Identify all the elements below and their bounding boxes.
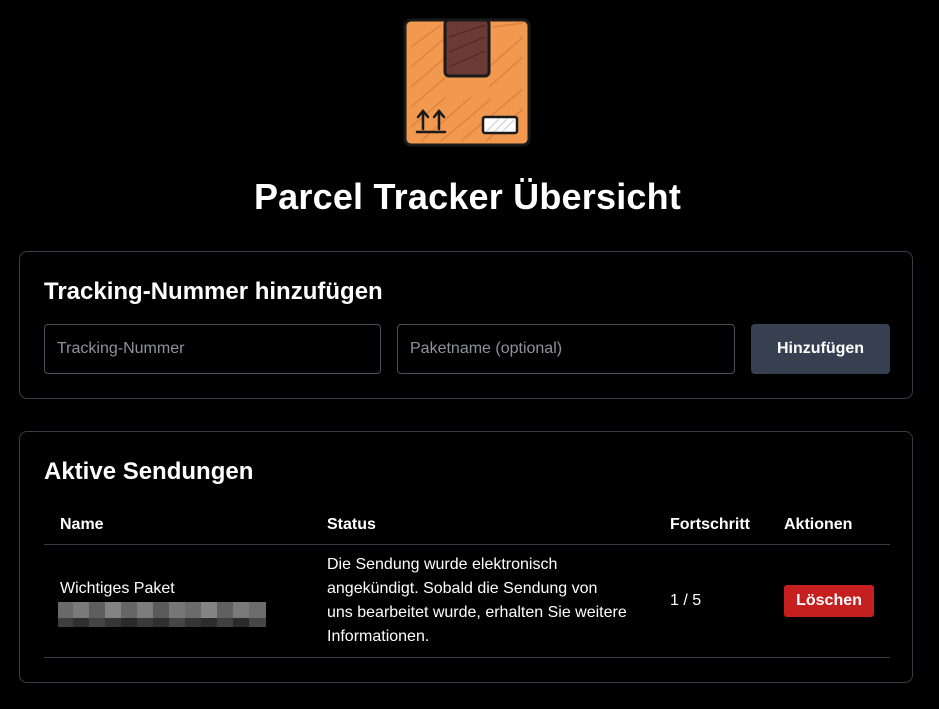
column-header-progress: Fortschritt xyxy=(670,516,750,533)
column-header-actions: Aktionen xyxy=(784,516,853,533)
active-shipments-heading: Aktive Sendungen xyxy=(44,458,254,485)
active-shipments-card: Aktive Sendungen Name Status Fortschritt… xyxy=(19,431,913,683)
shipment-progress: 1 / 5 xyxy=(670,592,702,609)
add-tracking-card: Tracking-Nummer hinzufügen Hinzufügen xyxy=(19,251,913,399)
shipment-name: Wichtiges Paket xyxy=(60,580,175,597)
parcel-box-icon xyxy=(401,17,533,149)
delete-button[interactable]: Löschen xyxy=(784,585,874,617)
row-divider xyxy=(44,657,890,658)
column-header-name: Name xyxy=(60,516,104,533)
add-button[interactable]: Hinzufügen xyxy=(751,324,890,374)
add-tracking-heading: Tracking-Nummer hinzufügen xyxy=(44,278,383,305)
shipment-status: Die Sendung wurde elektronisch angekündi… xyxy=(327,556,627,645)
page-title: Parcel Tracker Übersicht xyxy=(253,176,682,217)
redacted-tracking-number xyxy=(58,602,266,627)
header-divider xyxy=(44,544,890,545)
package-name-input[interactable] xyxy=(397,324,735,374)
column-header-status: Status xyxy=(327,516,376,533)
tracking-number-input[interactable] xyxy=(44,324,381,374)
